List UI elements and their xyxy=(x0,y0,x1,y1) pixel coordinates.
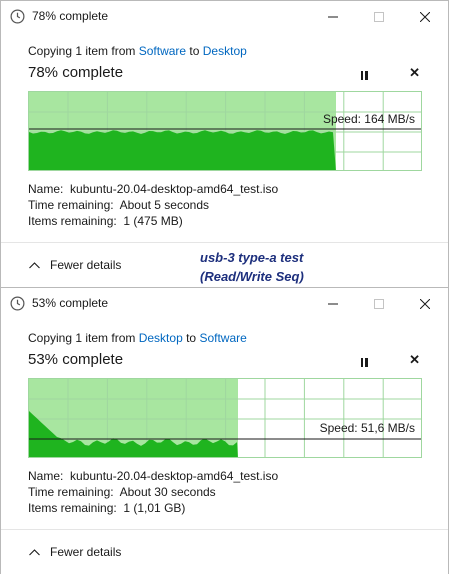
destination-link[interactable]: Software xyxy=(199,331,246,345)
transfer-area xyxy=(29,130,336,170)
destination-link[interactable]: Desktop xyxy=(203,44,247,58)
footer: Fewer details xyxy=(1,529,448,574)
stop-button[interactable]: ✕ xyxy=(409,65,420,81)
name-row: Name: kubuntu-20.04-desktop-amd64_test.i… xyxy=(28,181,278,197)
name-row: Name: kubuntu-20.04-desktop-amd64_test.i… xyxy=(28,468,278,484)
close-icon: ✕ xyxy=(409,352,420,367)
fewer-details-button[interactable]: Fewer details xyxy=(29,545,121,559)
details: Name: kubuntu-20.04-desktop-amd64_test.i… xyxy=(28,181,278,229)
speed-label: Speed: 51,6 MB/s xyxy=(319,421,415,435)
close-icon: ✕ xyxy=(409,65,420,80)
window-title: 78% complete xyxy=(32,9,109,23)
clock-icon xyxy=(10,9,25,24)
clock-icon xyxy=(10,296,25,311)
title-bar: 78% complete xyxy=(1,1,448,32)
items-value: 1 (1,01 GB) xyxy=(123,501,186,515)
minimize-button[interactable] xyxy=(310,1,356,32)
source-link[interactable]: Desktop xyxy=(139,331,183,345)
time-label: Time remaining: xyxy=(28,198,114,212)
maximize-button[interactable] xyxy=(356,1,402,32)
speed-graph: Speed: 164 MB/s xyxy=(28,91,422,171)
details: Name: kubuntu-20.04-desktop-amd64_test.i… xyxy=(28,468,278,516)
time-label: Time remaining: xyxy=(28,485,114,499)
name-label: Name: xyxy=(28,182,64,196)
minimize-icon xyxy=(328,16,338,17)
copy-to-word: to xyxy=(182,331,200,345)
copy-description: Copying 1 item from Software to Desktop xyxy=(28,44,247,58)
chevron-up-icon xyxy=(29,261,40,268)
window-title: 53% complete xyxy=(32,296,109,310)
time-row: Time remaining: About 5 seconds xyxy=(28,197,278,213)
pause-button[interactable] xyxy=(356,354,372,370)
fewer-details-label: Fewer details xyxy=(50,545,122,559)
pause-icon xyxy=(360,70,363,80)
annotation-text: usb-3 type-a test (Read/Write Seq) xyxy=(200,248,304,286)
close-icon xyxy=(420,298,430,309)
name-label: Name: xyxy=(28,469,64,483)
name-value: kubuntu-20.04-desktop-amd64_test.iso xyxy=(70,182,279,196)
title-bar: 53% complete xyxy=(1,288,448,319)
annotation-line-1: usb-3 type-a test xyxy=(200,250,304,265)
progress-heading: 53% complete xyxy=(28,351,124,368)
time-row: Time remaining: About 30 seconds xyxy=(28,484,278,500)
speed-graph-svg xyxy=(29,92,421,170)
progress-heading: 78% complete xyxy=(28,64,124,81)
items-value: 1 (475 MB) xyxy=(123,214,183,228)
items-label: Items remaining: xyxy=(28,214,117,228)
time-value: About 5 seconds xyxy=(119,198,210,212)
close-button[interactable] xyxy=(402,1,448,32)
copy-dialog-2: 53% complete Copying 1 item from Desktop… xyxy=(0,287,449,574)
time-value: About 30 seconds xyxy=(119,485,216,499)
name-value: kubuntu-20.04-desktop-amd64_test.iso xyxy=(70,469,279,483)
fewer-details-label: Fewer details xyxy=(50,258,122,272)
fewer-details-button[interactable]: Fewer details xyxy=(29,258,121,272)
items-row: Items remaining: 1 (1,01 GB) xyxy=(28,500,278,516)
stop-button[interactable]: ✕ xyxy=(409,352,420,368)
close-icon xyxy=(420,11,430,22)
source-link[interactable]: Software xyxy=(139,44,186,58)
pause-button[interactable] xyxy=(356,67,372,83)
copy-prefix: Copying 1 item from xyxy=(28,331,139,345)
annotation-line-2: (Read/Write Seq) xyxy=(200,269,304,284)
maximize-icon xyxy=(374,298,384,309)
close-button[interactable] xyxy=(402,288,448,319)
maximize-icon xyxy=(374,11,384,22)
speed-graph: Speed: 51,6 MB/s xyxy=(28,378,422,458)
pause-icon xyxy=(360,357,363,367)
chevron-up-icon xyxy=(29,548,40,555)
minimize-button[interactable] xyxy=(310,288,356,319)
copy-to-word: to xyxy=(186,44,203,58)
copy-prefix: Copying 1 item from xyxy=(28,44,139,58)
minimize-icon xyxy=(328,303,338,304)
speed-label: Speed: 164 MB/s xyxy=(322,112,415,126)
items-label: Items remaining: xyxy=(28,501,117,515)
copy-description: Copying 1 item from Desktop to Software xyxy=(28,331,247,345)
items-row: Items remaining: 1 (475 MB) xyxy=(28,213,278,229)
speed-graph-svg xyxy=(29,379,421,457)
maximize-button[interactable] xyxy=(356,288,402,319)
copy-dialog-1: 78% complete Copying 1 item from Softwar… xyxy=(0,0,449,287)
